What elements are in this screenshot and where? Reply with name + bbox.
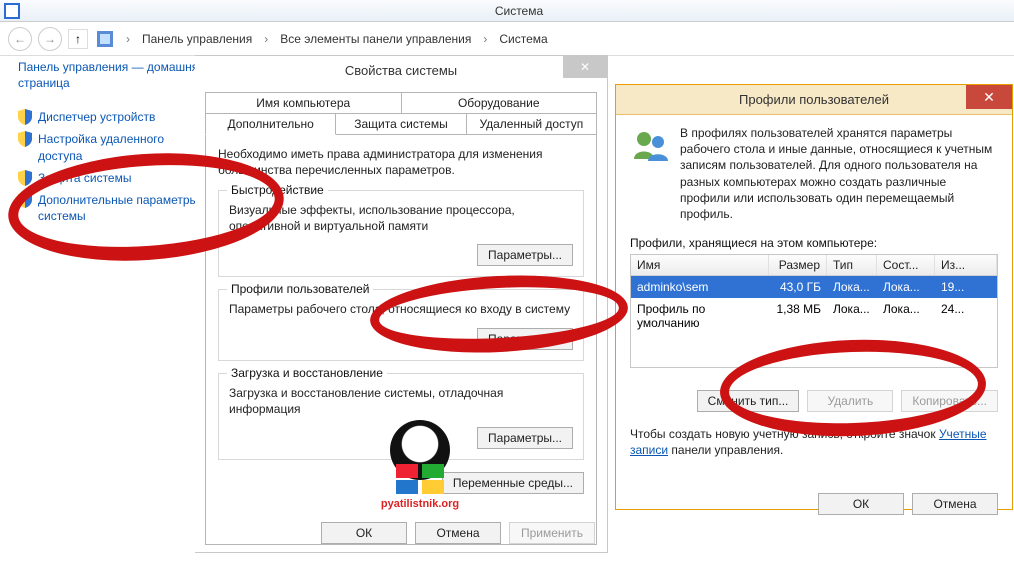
group-legend: Быстродействие [227, 183, 328, 197]
breadcrumb-item[interactable]: Панель управления [140, 32, 254, 46]
crumb-sep: › [260, 32, 272, 46]
cell-changed: 24... [935, 300, 997, 332]
sidebar-item-label: Диспетчер устройств [38, 109, 155, 125]
window-icon [4, 3, 20, 19]
group-legend: Профили пользователей [227, 282, 373, 296]
col-name[interactable]: Имя [631, 255, 769, 275]
group-description: Визуальные эффекты, использование процес… [229, 203, 573, 234]
col-changed[interactable]: Из... [935, 255, 997, 275]
sidebar-item-label: Дополнительные параметры системы [38, 192, 208, 224]
profiles-intro-text: В профилях пользователей хранятся параме… [680, 125, 998, 222]
up-button[interactable]: ↑ [68, 29, 88, 49]
window-title: Система [24, 4, 1014, 18]
tab-advanced[interactable]: Дополнительно [205, 113, 336, 135]
change-type-button[interactable]: Сменить тип... [697, 390, 800, 412]
cell-type: Лока... [827, 278, 877, 296]
cell-name: adminko\sem [631, 278, 769, 296]
performance-group: Быстродействие Визуальные эффекты, испол… [218, 190, 584, 277]
back-button[interactable]: ← [8, 27, 32, 51]
tab-hardware[interactable]: Оборудование [402, 92, 598, 113]
profiles-list-label: Профили, хранящиеся на этом компьютере: [630, 236, 998, 250]
tab-remote[interactable]: Удаленный доступ [467, 113, 597, 135]
table-row[interactable]: Профиль по умолчанию 1,38 МБ Лока... Лок… [631, 298, 997, 334]
close-button[interactable]: ✕ [966, 85, 1012, 109]
breadcrumb-item[interactable]: Система [497, 32, 549, 46]
users-icon [630, 125, 670, 165]
shield-icon [18, 109, 32, 125]
shield-icon [18, 192, 32, 208]
col-status[interactable]: Сост... [877, 255, 935, 275]
user-profiles-dialog: Профили пользователей ✕ В профилях польз… [615, 84, 1013, 510]
create-account-hint: Чтобы создать новую учетную запись, откр… [630, 426, 998, 458]
delete-button: Удалить [807, 390, 893, 412]
sidebar-item-label: Защита системы [38, 170, 131, 186]
dialog-title: Профили пользователей [616, 92, 1012, 107]
col-type[interactable]: Тип [827, 255, 877, 275]
dialog-title: Свойства системы [195, 63, 607, 78]
control-panel-icon [97, 31, 113, 47]
tab-computer-name[interactable]: Имя компьютера [205, 92, 402, 113]
cell-type: Лока... [827, 300, 877, 332]
startup-recovery-group: Загрузка и восстановление Загрузка и вос… [218, 373, 584, 460]
table-header: Имя Размер Тип Сост... Из... [631, 255, 997, 276]
tab-system-protection[interactable]: Защита системы [336, 113, 466, 135]
ok-button[interactable]: ОК [321, 522, 407, 544]
profiles-table[interactable]: Имя Размер Тип Сост... Из... adminko\sem… [630, 254, 998, 368]
sidebar-item-label: Настройка удаленного доступа [38, 131, 208, 163]
shield-icon [18, 131, 32, 147]
cell-status: Лока... [877, 300, 935, 332]
ok-button[interactable]: ОК [818, 493, 904, 515]
control-panel-sidebar: Панель управления — домашняя страница Ди… [18, 60, 208, 230]
sidebar-link-remote-settings[interactable]: Настройка удаленного доступа [18, 131, 208, 163]
close-button[interactable]: ✕ [563, 56, 607, 78]
cell-size: 43,0 ГБ [769, 278, 827, 296]
hint-suffix: панели управления. [668, 443, 783, 457]
shield-icon [18, 170, 32, 186]
copy-button: Копировать... [901, 390, 998, 412]
col-size[interactable]: Размер [769, 255, 827, 275]
group-description: Параметры рабочего стола, относящиеся ко… [229, 302, 573, 318]
advanced-intro-text: Необходимо иметь права администратора дл… [218, 147, 586, 178]
group-legend: Загрузка и восстановление [227, 366, 387, 380]
dialog-header: Свойства системы ✕ [195, 56, 607, 84]
startup-settings-button[interactable]: Параметры... [477, 427, 573, 449]
hint-prefix: Чтобы создать новую учетную запись, откр… [630, 427, 939, 441]
control-panel-home-link[interactable]: Панель управления — домашняя страница [18, 60, 208, 91]
system-properties-dialog: Свойства системы ✕ Имя компьютера Оборуд… [195, 55, 608, 553]
profiles-settings-button[interactable]: Параметры... [477, 328, 573, 350]
breadcrumb-item[interactable]: Все элементы панели управления [278, 32, 473, 46]
user-profiles-group: Профили пользователей Параметры рабочего… [218, 289, 584, 361]
explorer-navbar: ← → ↑ › Панель управления › Все элементы… [0, 22, 1014, 56]
table-row[interactable]: adminko\sem 43,0 ГБ Лока... Лока... 19..… [631, 276, 997, 298]
sidebar-link-device-manager[interactable]: Диспетчер устройств [18, 109, 208, 125]
cell-status: Лока... [877, 278, 935, 296]
crumb-sep: › [122, 32, 134, 46]
cell-changed: 19... [935, 278, 997, 296]
cell-name: Профиль по умолчанию [631, 300, 769, 332]
group-description: Загрузка и восстановление системы, отлад… [229, 386, 573, 417]
apply-button: Применить [509, 522, 595, 544]
cell-size: 1,38 МБ [769, 300, 827, 332]
sidebar-link-advanced-settings[interactable]: Дополнительные параметры системы [18, 192, 208, 224]
performance-settings-button[interactable]: Параметры... [477, 244, 573, 266]
forward-button[interactable]: → [38, 27, 62, 51]
crumb-sep: › [479, 32, 491, 46]
window-titlebar: Система [0, 0, 1014, 22]
sidebar-link-system-protection[interactable]: Защита системы [18, 170, 208, 186]
dialog-header: Профили пользователей ✕ [616, 85, 1012, 115]
cancel-button[interactable]: Отмена [912, 493, 998, 515]
cancel-button[interactable]: Отмена [415, 522, 501, 544]
environment-variables-button[interactable]: Переменные среды... [442, 472, 584, 494]
